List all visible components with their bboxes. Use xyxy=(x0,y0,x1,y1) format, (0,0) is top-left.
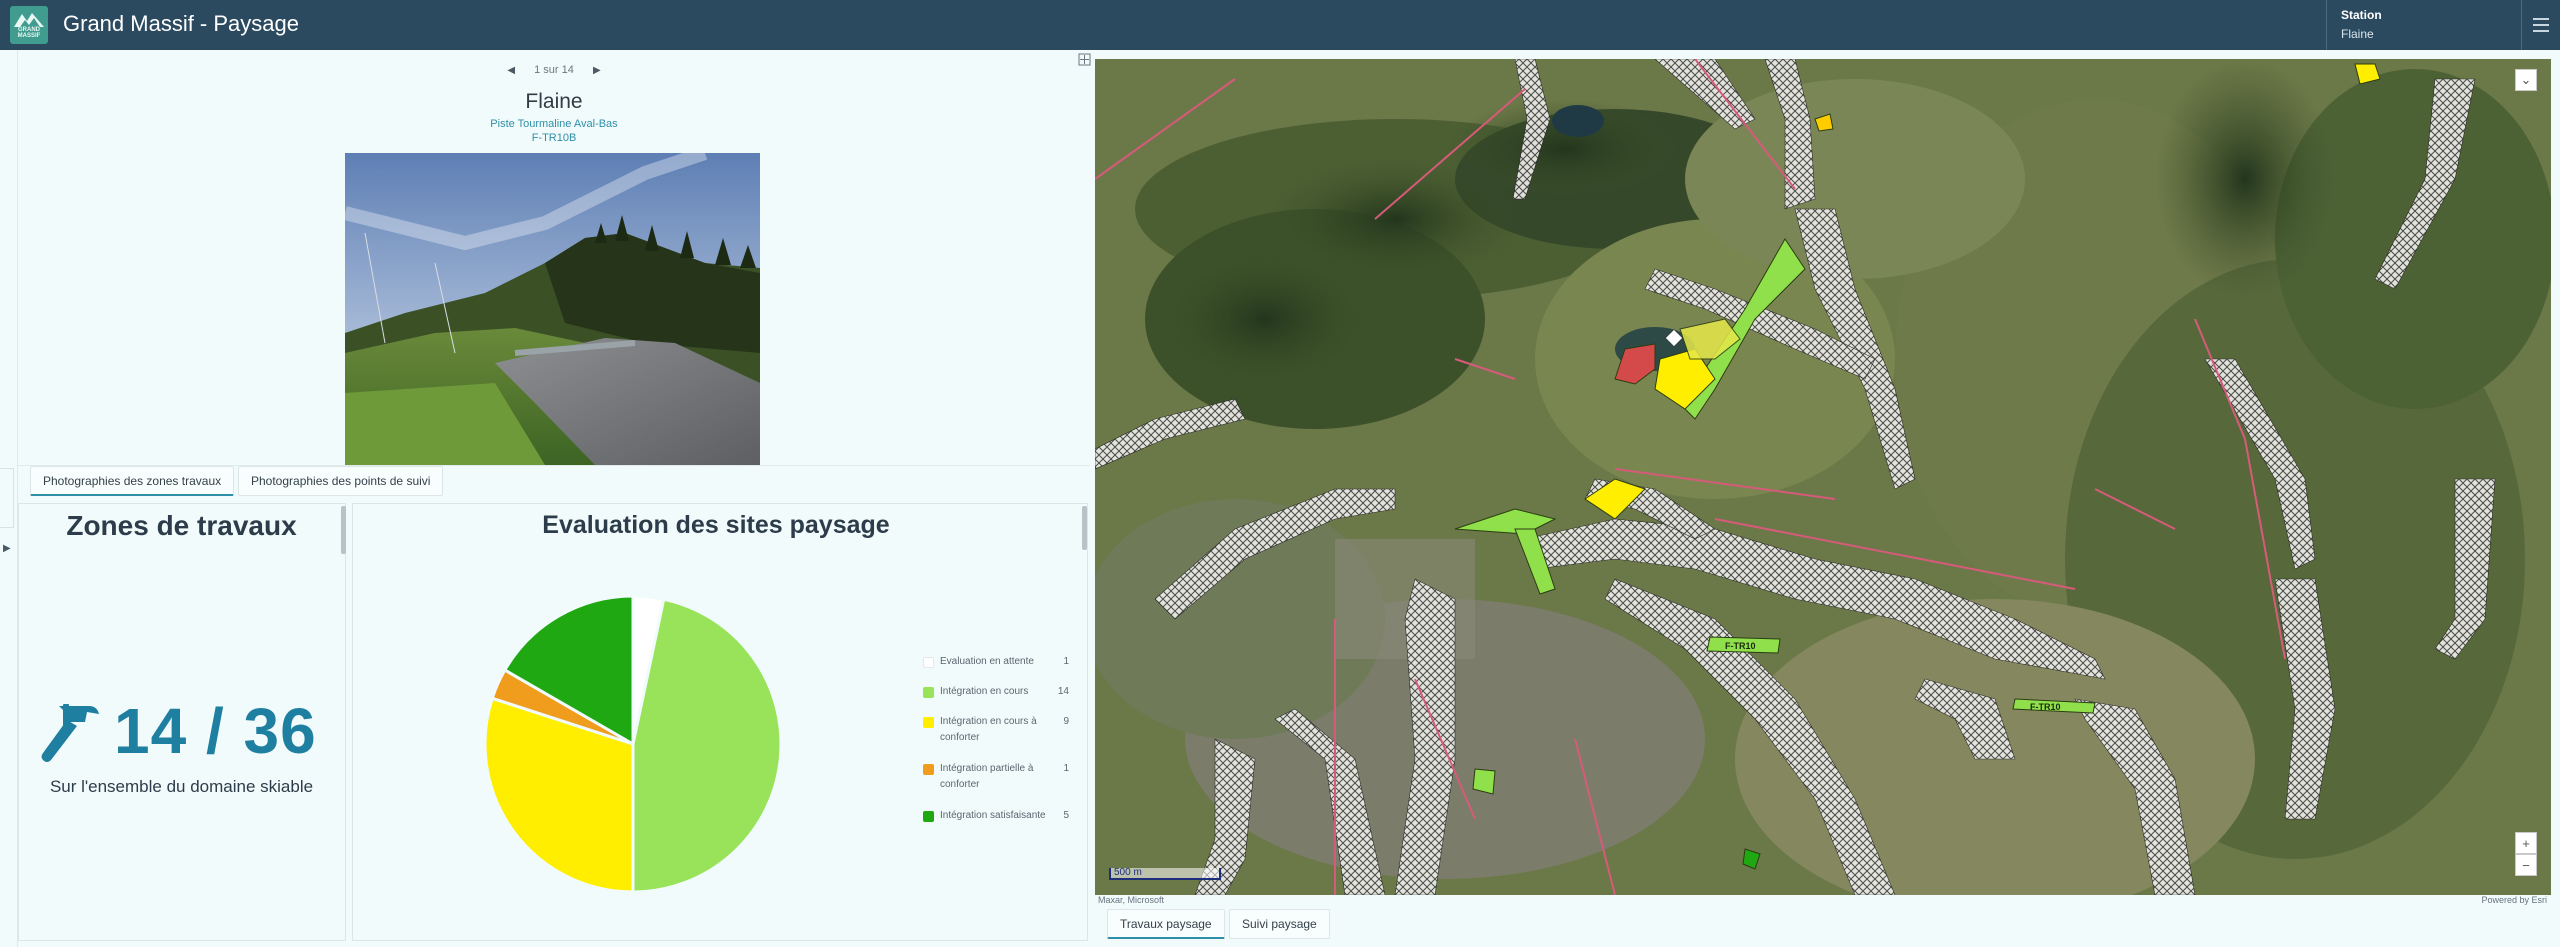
legend-value: 1 xyxy=(1063,656,1069,667)
legend-swatch xyxy=(923,687,934,698)
legend-label: Intégration satisfaisante xyxy=(940,810,1046,821)
menu-button[interactable] xyxy=(2522,0,2560,50)
map-zone-label: F-TR10 xyxy=(2030,702,2061,712)
zones-count: 14 / 36 xyxy=(114,695,317,767)
photo-subtitle: Piste Tourmaline Aval-Bas xyxy=(490,118,618,130)
scale-bar: 500 m xyxy=(1109,868,1221,880)
map-tabs: Travaux paysage Suivi paysage xyxy=(1095,909,2560,947)
fullscreen-icon[interactable] xyxy=(1078,53,1091,66)
site-photo-image xyxy=(345,153,760,465)
zoom-in-button[interactable]: + xyxy=(2515,832,2537,854)
legend-swatch xyxy=(923,717,934,728)
hammer-icon xyxy=(41,704,99,762)
hamburger-icon xyxy=(2533,24,2549,26)
photo-tabs: Photographies des zones travaux Photogra… xyxy=(18,465,1090,500)
scrollbar[interactable] xyxy=(1082,506,1087,550)
legend-swatch xyxy=(923,657,934,668)
legend-swatch xyxy=(923,811,934,822)
zones-card: Zones de travaux 14 / 36 Sur l'ensemble … xyxy=(18,503,346,941)
legend-value: 1 xyxy=(1063,763,1069,774)
station-label: Station xyxy=(2341,8,2382,22)
station-value: Flaine xyxy=(2341,27,2374,41)
evaluation-pie-chart xyxy=(483,594,783,894)
legend-label: Evaluation en attente xyxy=(940,656,1034,667)
logo-text: GRAND MASSIF xyxy=(17,27,41,39)
sidebar-collapsed: ▶ xyxy=(0,50,18,947)
pager: ◀ 1 sur 14 ▶ xyxy=(18,64,1090,76)
tab-suivi-paysage[interactable]: Suivi paysage xyxy=(1229,909,1330,939)
photo-title: Flaine xyxy=(525,90,583,113)
map-zone-label: F-TR10 xyxy=(1725,641,1756,651)
tab-travaux-paysage[interactable]: Travaux paysage xyxy=(1107,909,1225,939)
legend-label: Intégration en cours xyxy=(940,686,1029,697)
tab-zones-travaux[interactable]: Photographies des zones travaux xyxy=(30,466,235,496)
station-filter[interactable]: Station Flaine xyxy=(2326,0,2522,50)
photo-code: F-TR10B xyxy=(531,132,577,144)
expand-sidebar-icon[interactable]: ▶ xyxy=(3,543,11,554)
mountain-logo-icon xyxy=(14,13,44,27)
legend-value: 14 xyxy=(1057,686,1069,697)
pager-text: 1 sur 14 xyxy=(534,64,574,76)
photo-panel: ◀ 1 sur 14 ▶ Flaine Piste Tourmaline Ava… xyxy=(18,50,1090,465)
attribution-esri[interactable]: Powered by Esri xyxy=(2481,895,2547,905)
next-arrow-icon[interactable]: ▶ xyxy=(577,65,617,76)
pie-slice[interactable] xyxy=(631,597,783,894)
expand-map-icon[interactable]: ⌄ xyxy=(2515,69,2537,91)
prev-arrow-icon[interactable]: ◀ xyxy=(491,65,531,76)
site-photo[interactable] xyxy=(345,153,760,465)
sidebar-toggle[interactable] xyxy=(0,468,14,528)
legend-label: Intégration partielle à conforter xyxy=(940,763,1034,790)
evaluation-card: Evaluation des sites paysage Evaluation … xyxy=(352,503,1088,941)
zones-title: Zones de travaux xyxy=(66,510,297,541)
legend-value: 5 xyxy=(1063,810,1069,821)
legend-value: 9 xyxy=(1063,716,1069,727)
zoom-out-button[interactable]: − xyxy=(2515,854,2537,876)
map-attribution: Maxar, Microsoft Powered by Esri xyxy=(1095,895,2551,907)
map-view[interactable]: F-TR10 F-TR10 ⌄ + − 500 m xyxy=(1095,59,2551,895)
attribution-source: Maxar, Microsoft xyxy=(1098,895,1165,905)
grand-massif-logo: GRAND MASSIF xyxy=(10,6,48,44)
app-header: GRAND MASSIF Grand Massif - Paysage Stat… xyxy=(0,0,2560,50)
legend-label: Intégration en cours à conforter xyxy=(940,716,1037,743)
evaluation-title: Evaluation des sites paysage xyxy=(542,511,890,539)
app-title: Grand Massif - Paysage xyxy=(63,11,299,36)
scrollbar[interactable] xyxy=(341,506,346,554)
tab-points-suivi[interactable]: Photographies des points de suivi xyxy=(238,466,444,496)
zones-caption: Sur l'ensemble du domaine skiable xyxy=(49,777,314,796)
satellite-map: F-TR10 F-TR10 xyxy=(1095,59,2551,895)
legend-swatch xyxy=(923,764,934,775)
